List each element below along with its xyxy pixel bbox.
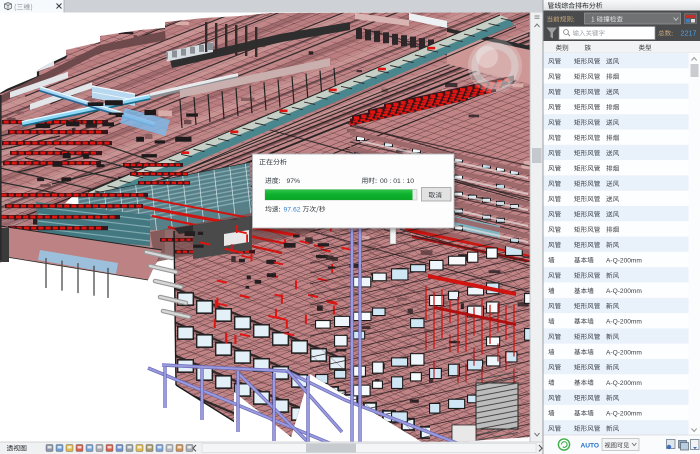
svg-text:A-Q-200mm: A-Q-200mm [606,258,642,265]
svg-text:AUTO: AUTO [581,443,600,450]
svg-text:00 : 01 : 10: 00 : 01 : 10 [380,178,414,185]
svg-text:A-Q-200mm: A-Q-200mm [606,319,642,326]
svg-text:A-Q-200mm: A-Q-200mm [606,411,642,418]
svg-text:A-Q-200mm: A-Q-200mm [606,380,642,387]
svg-text:97%: 97% [287,178,301,185]
svg-text:A-Q-200mm: A-Q-200mm [606,288,642,295]
svg-text:A-Q-200mm: A-Q-200mm [606,349,642,356]
svg-text:97.62: 97.62 [284,207,301,214]
svg-text:2217: 2217 [681,29,697,38]
